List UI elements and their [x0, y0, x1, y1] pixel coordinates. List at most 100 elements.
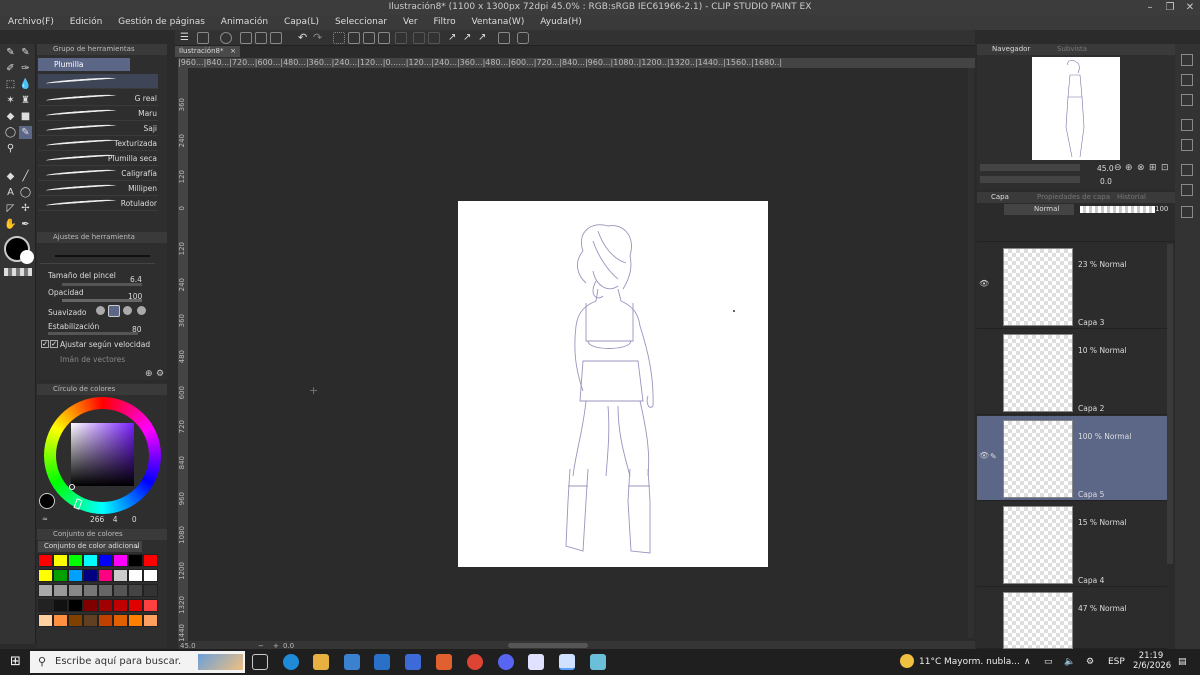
fill-tool-icon[interactable]: ◆: [4, 110, 17, 123]
stabilization-slider[interactable]: [48, 332, 138, 335]
color-swatch[interactable]: [113, 569, 128, 582]
color-swatch[interactable]: [68, 599, 83, 612]
color-swatch[interactable]: [128, 599, 143, 612]
brush-item[interactable]: Saji: [38, 121, 158, 136]
menu-edicion[interactable]: Edición: [62, 15, 108, 30]
save-icon[interactable]: [270, 32, 282, 44]
color-set-dropdown[interactable]: Conjunto de color adicional ⌄: [38, 541, 142, 552]
notification-icon[interactable]: ▤: [1178, 649, 1187, 675]
deselect-icon[interactable]: [333, 32, 345, 44]
color-swatch[interactable]: [53, 599, 68, 612]
close-button[interactable]: ✕: [1180, 0, 1200, 15]
line-tool-icon[interactable]: ╱: [19, 170, 32, 183]
clip-studio-icon[interactable]: [197, 32, 209, 44]
brush-size-slider[interactable]: [62, 283, 142, 286]
color-swatch[interactable]: [128, 554, 143, 567]
settings-reset-icon[interactable]: ⊕: [145, 369, 153, 379]
blend-tool-icon[interactable]: 💧: [19, 78, 32, 91]
gradient-tool-icon[interactable]: ■: [19, 110, 32, 123]
opacity-slider[interactable]: [62, 299, 142, 302]
menu-filtro[interactable]: Filtro: [426, 15, 461, 30]
color-swatch[interactable]: [143, 584, 158, 597]
brush-item[interactable]: Caligrafía: [38, 166, 158, 181]
task-view-icon[interactable]: [252, 654, 268, 670]
smoothing-option-icon[interactable]: [96, 306, 105, 315]
panel-icon[interactable]: [1181, 94, 1193, 106]
edge-icon[interactable]: [283, 654, 299, 670]
transform-icon[interactable]: [378, 32, 390, 44]
panel-icon[interactable]: [1181, 164, 1193, 176]
menu-icon[interactable]: ☰: [180, 32, 192, 44]
layer-row-selected[interactable]: 👁 ✎ 100 % Normal Capa 5: [977, 416, 1167, 501]
network-signal-icon[interactable]: ⚙: [1086, 649, 1094, 675]
color-swatch[interactable]: [128, 584, 143, 597]
panel-icon[interactable]: [1181, 206, 1193, 218]
speed-adjust-checkbox-icon[interactable]: ✓: [50, 340, 58, 348]
layer-scrollbar[interactable]: [1167, 244, 1173, 564]
brush-item[interactable]: Texturizada: [38, 136, 158, 151]
layer-row[interactable]: 47 % Normal: [977, 588, 1167, 649]
eraser-tool-icon[interactable]: ◆: [4, 170, 17, 183]
opacity-slider[interactable]: [1080, 206, 1155, 213]
smoothing-option-selected-icon[interactable]: [108, 305, 120, 317]
color-swatch[interactable]: [38, 584, 53, 597]
color-swatch[interactable]: [68, 584, 83, 597]
hand-tool-icon[interactable]: ✋: [4, 218, 17, 231]
menu-animacion[interactable]: Animación: [213, 15, 273, 30]
undo-icon[interactable]: ↶: [298, 32, 310, 44]
tab-subview[interactable]: Subvista: [1057, 44, 1087, 55]
brush-item[interactable]: Plumilla seca: [38, 151, 158, 166]
eye-icon[interactable]: 👁: [979, 451, 989, 460]
panel-icon[interactable]: [1181, 139, 1193, 151]
tab-history[interactable]: Historial: [1117, 192, 1146, 203]
tab-layer-properties[interactable]: Propiedades de capa: [1037, 192, 1110, 203]
select-tool-icon[interactable]: ⬚: [4, 78, 17, 91]
tab-navigator[interactable]: Navegador: [992, 44, 1030, 55]
network-icon[interactable]: ▭: [1044, 649, 1053, 675]
pencil-tool-icon[interactable]: ✎: [19, 46, 32, 59]
color-swatch[interactable]: [113, 584, 128, 597]
panel-icon[interactable]: [1181, 184, 1193, 196]
color-swatch[interactable]: [98, 569, 113, 582]
menu-capa[interactable]: Capa(L): [276, 15, 324, 30]
panel-icon[interactable]: [1181, 119, 1193, 131]
color-swatch[interactable]: [38, 554, 53, 567]
brush-item[interactable]: Maru: [38, 106, 158, 121]
color-swatch[interactable]: [143, 599, 158, 612]
fit-icon[interactable]: ⊗: [1137, 163, 1145, 173]
speed-adjust-label[interactable]: Ajustar según velocidad: [60, 340, 150, 349]
color-swatch[interactable]: [53, 569, 68, 582]
vector-magnet-label[interactable]: Imán de vectores: [60, 355, 125, 364]
color-swatch[interactable]: [128, 614, 143, 627]
color-mode-icon[interactable]: ≈: [42, 515, 48, 523]
redo-icon[interactable]: ↷: [313, 32, 325, 44]
color-swatch[interactable]: [38, 569, 53, 582]
vertical-scrollbar[interactable]: [968, 68, 974, 638]
selection-launcher-icon[interactable]: [428, 32, 440, 44]
close-tab-icon[interactable]: ×: [230, 46, 236, 57]
canvas-paper[interactable]: [458, 201, 768, 567]
color-swatch[interactable]: [128, 569, 143, 582]
menu-gestion-paginas[interactable]: Gestión de páginas: [110, 15, 210, 30]
menu-seleccionar[interactable]: Seleccionar: [327, 15, 392, 30]
color-swatch[interactable]: [53, 614, 68, 627]
color-swatch[interactable]: [38, 614, 53, 627]
maximize-button[interactable]: ❐: [1160, 0, 1180, 15]
color-swatch[interactable]: [143, 569, 158, 582]
pen-active-tool-icon[interactable]: ✎: [19, 126, 32, 139]
layer-row[interactable]: 10 % Normal Capa 2: [977, 330, 1167, 415]
lasso-tool-icon[interactable]: ◯: [4, 126, 17, 139]
open-file-icon[interactable]: [255, 32, 267, 44]
sparkle-tool-icon[interactable]: ✶: [4, 94, 17, 107]
menu-ver[interactable]: Ver: [395, 15, 423, 30]
color-swatch[interactable]: [53, 584, 68, 597]
smoothing-option-icon[interactable]: [123, 306, 132, 315]
color-swatch[interactable]: [143, 614, 158, 627]
color-swatch[interactable]: [113, 599, 128, 612]
color-swatch[interactable]: [68, 569, 83, 582]
snap-grid-icon[interactable]: ↗: [478, 32, 490, 44]
color-swatch[interactable]: [83, 569, 98, 582]
color-swatch[interactable]: [68, 554, 83, 567]
color-swatch[interactable]: [98, 554, 113, 567]
color-swatch[interactable]: [98, 599, 113, 612]
